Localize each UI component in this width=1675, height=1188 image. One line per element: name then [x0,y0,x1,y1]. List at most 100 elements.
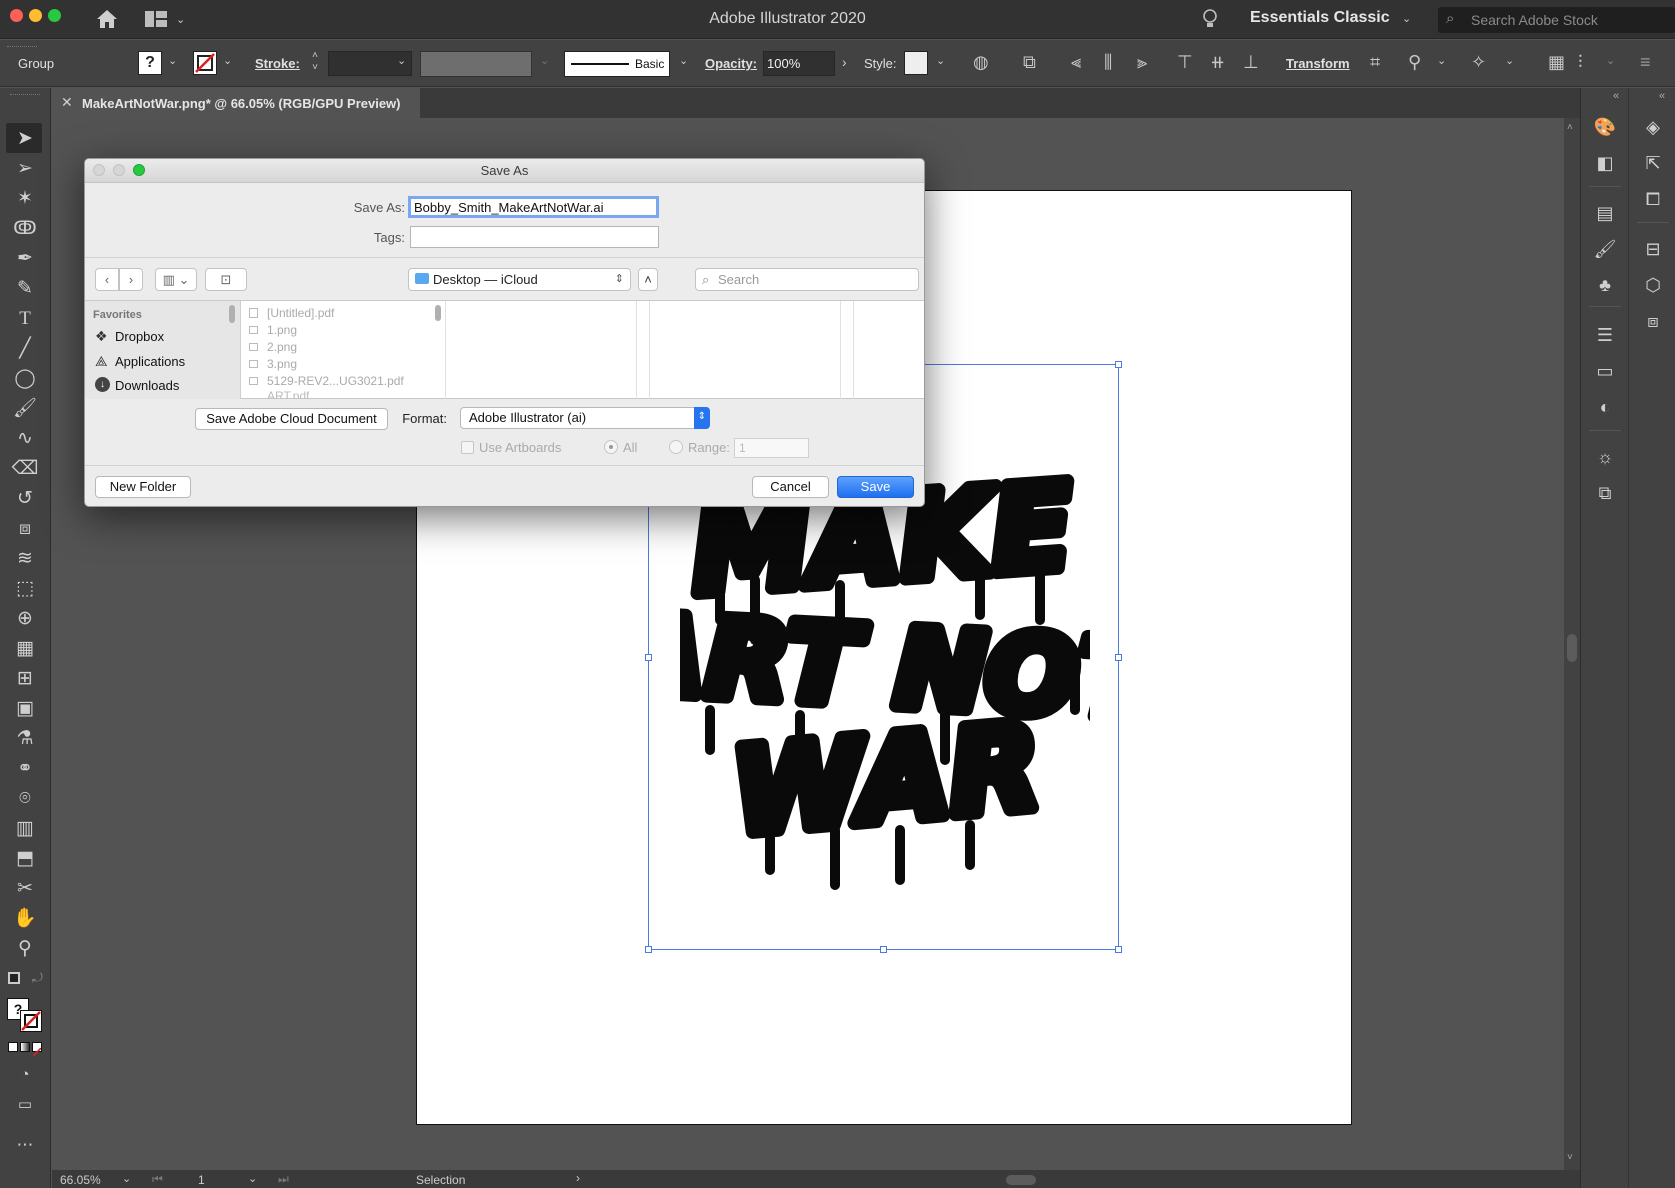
collapse-browser-button[interactable]: ˄ [638,268,658,291]
edit-toolbar-icon[interactable]: ⋯ [10,1132,40,1158]
puppet-warp-icon[interactable]: ✧ [1471,52,1486,73]
scroll-down-icon[interactable]: ˅ [1567,1152,1573,1163]
range-input[interactable]: 1 [734,438,809,458]
recolor-artwork-icon[interactable]: ◍ [973,52,989,73]
gradient-panel-icon[interactable]: ▭ [1591,358,1619,384]
vertical-scrollbar[interactable]: ˄ ˅ [1564,118,1580,1170]
save-button[interactable]: Save [837,476,914,498]
file-item[interactable]: 1.png [267,323,297,337]
current-tool-status[interactable]: Selection [416,1173,465,1187]
variable-width-profile[interactable] [420,51,532,77]
all-radio[interactable] [604,440,618,454]
direct-selection-tool-icon[interactable]: ➢ [10,156,40,182]
use-artboards-checkbox[interactable] [461,441,474,454]
resize-handle-sw[interactable] [645,946,652,953]
resize-handle-s[interactable] [880,946,887,953]
browser-search-input[interactable]: ⌕ Search [695,268,919,291]
stroke-color-box[interactable] [20,1010,42,1032]
screen-mode-icon[interactable]: ▭ [10,1092,40,1118]
tags-input[interactable] [410,226,659,248]
forward-button[interactable]: › [119,268,143,291]
swap-fill-stroke-icon[interactable]: ⤾ [32,970,43,986]
symbols-icon[interactable]: ♣ [1591,272,1619,298]
chevron-down-icon[interactable]: ⌄ [1402,12,1411,25]
paintbrush-tool-icon[interactable]: 🖌 [10,396,40,422]
horizontal-scroll-thumb[interactable] [1006,1175,1036,1185]
brushes-icon[interactable]: 🖌 [1591,236,1619,262]
fill-swatch[interactable]: ? [138,51,162,75]
new-folder-button[interactable]: New Folder [95,476,191,498]
selection-tool-icon[interactable]: ➤ [10,126,40,152]
cancel-button[interactable]: Cancel [752,476,829,498]
graphic-styles-icon[interactable]: ⧉ [1591,480,1619,506]
resize-handle-w[interactable] [645,654,652,661]
rotate-tool-icon[interactable]: ↺ [10,486,40,512]
libraries-icon[interactable]: ⬡ [1639,272,1667,298]
chevron-down-icon[interactable]: ⌄ [1505,54,1514,67]
align-vertical-center-icon[interactable]: ⧺ [1210,52,1225,73]
hand-tool-icon[interactable]: ✋ [10,906,40,932]
stock-search-input[interactable]: ⌕ Search Adobe Stock [1438,7,1675,33]
transparency-icon[interactable]: ◐ [1591,394,1619,420]
shape-builder-tool-icon[interactable]: ⊕ [10,606,40,632]
chevron-down-icon[interactable]: ⌄ [223,54,232,67]
isolate-group-icon[interactable]: ⌗ [1370,52,1380,73]
chevron-right-icon[interactable]: › [576,1171,580,1185]
resize-handle-e[interactable] [1115,654,1122,661]
file-name-input[interactable]: Bobby_Smith_MakeArtNotWar.ai [408,196,659,218]
horizontal-scrollbar[interactable] [602,1175,1542,1185]
sidebar-item-downloads[interactable]: Downloads [115,378,179,393]
stroke-weight-stepper[interactable]: ˄ ˅ [308,50,322,76]
workspace-switcher[interactable]: Essentials Classic [1250,9,1390,27]
default-fill-stroke-icon[interactable] [8,972,20,984]
shaper-tool-icon[interactable]: ∿ [10,426,40,452]
more-options-icon[interactable]: ≡ [1640,52,1651,73]
file-item[interactable]: [Untitled].pdf [267,306,334,320]
document-tab[interactable]: ✕ MakeArtNotWar.png* @ 66.05% (RGB/GPU P… [52,88,420,118]
artboards-panel-icon[interactable]: ⧠ [1639,186,1667,212]
file-item[interactable]: 2.png [267,340,297,354]
last-artboard-icon[interactable]: ⏭ [278,1172,289,1187]
graphic-style-swatch[interactable] [904,51,928,75]
links-icon[interactable]: ⧈ [1639,308,1667,334]
scale-tool-icon[interactable]: ⧈ [10,516,40,542]
align-to-icon[interactable]: ⧉ [1023,52,1036,73]
gradient-tool-icon[interactable]: ▣ [10,696,40,722]
color-mode-icon[interactable] [8,1042,18,1052]
panel-menu-icon[interactable]: ▦ [1548,52,1565,73]
column-scroll-thumb[interactable] [435,305,441,321]
align-horizontal-center-icon[interactable]: ⫼ [1104,52,1112,73]
transform-link[interactable]: Transform [1286,56,1350,71]
swatches-icon[interactable]: ▤ [1591,200,1619,226]
drawing-modes-icon[interactable]: ◔ [10,1062,40,1088]
color-guide-icon[interactable]: 🎨 [1591,114,1619,140]
arrange-icon[interactable]: ⫶ [1578,52,1583,73]
align-panel-icon[interactable]: ⊟ [1639,236,1667,262]
type-tool-icon[interactable]: T [10,306,40,332]
chevron-down-icon[interactable]: ⌄ [248,1172,257,1185]
chevron-down-icon[interactable]: ⌄ [1437,54,1446,67]
artboard-tool-icon[interactable]: ⬒ [10,846,40,872]
stroke-label[interactable]: Stroke: [255,56,300,71]
stroke-panel-icon[interactable]: ☰ [1591,322,1619,348]
artboard-number[interactable]: 1 [198,1173,205,1187]
curvature-tool-icon[interactable]: ✎ [10,276,40,302]
format-select[interactable]: Adobe Illustrator (ai) ⇕ [460,407,710,429]
save-cloud-document-button[interactable]: Save Adobe Cloud Document [195,408,388,430]
opacity-input[interactable]: 100% [763,51,835,76]
warp-tool-icon[interactable]: ≋ [10,546,40,572]
ellipse-tool-icon[interactable]: ◯ [10,366,40,392]
align-bottom-icon[interactable]: ⊥ [1243,52,1259,73]
perspective-grid-tool-icon[interactable]: ▦ [10,636,40,662]
sidebar-scroll-thumb[interactable] [229,305,235,323]
chevron-down-icon[interactable]: ⌄ [936,54,945,67]
gradient-mode-icon[interactable] [20,1042,30,1052]
eyedropper-tool-icon[interactable]: ⚗ [10,726,40,752]
file-item[interactable]: 3.png [267,357,297,371]
chevron-down-icon[interactable]: ⌄ [168,54,177,67]
new-folder-icon-button[interactable]: ⊡ [205,268,247,291]
stroke-swatch[interactable] [193,51,217,75]
color-icon[interactable]: ◧ [1591,150,1619,176]
eraser-tool-icon[interactable]: ⌫ [10,456,40,482]
back-button[interactable]: ‹ [95,268,119,291]
